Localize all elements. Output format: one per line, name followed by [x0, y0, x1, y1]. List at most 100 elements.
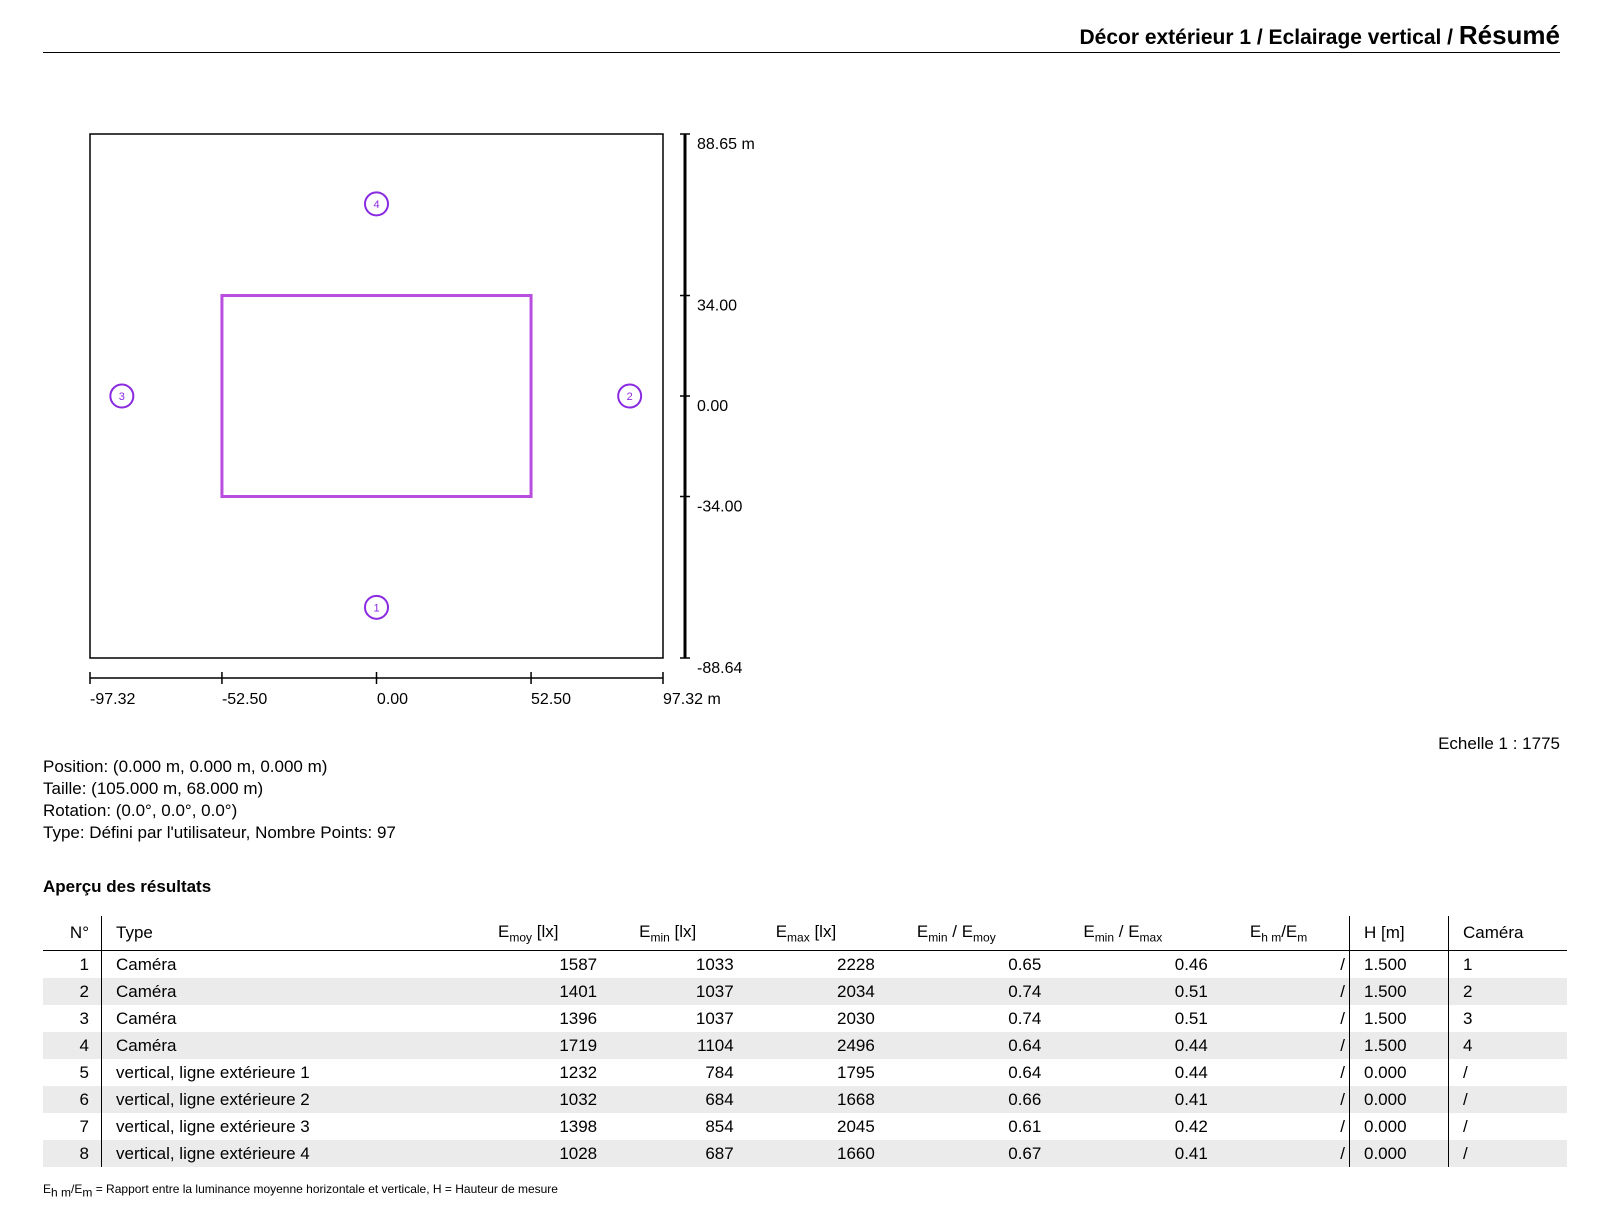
table-row: 1 Caméra 1587 1033 2228 0.65 0.46/1.500 1: [43, 950, 1567, 978]
camera-marker: 2: [617, 383, 643, 409]
row-no: 8: [43, 1140, 102, 1167]
row-height: 0.000: [1349, 1113, 1449, 1140]
results-title: Aperçu des résultats: [43, 877, 212, 896]
camera-label: 2: [627, 391, 633, 403]
info-block: Position: (0.000 m, 0.000 m, 0.000 m) Ta…: [43, 756, 396, 844]
row-type: Caméra: [101, 978, 460, 1005]
row-emoy: 1032: [460, 1086, 602, 1113]
col-emin: Emin [lx]: [601, 916, 738, 951]
page-breadcrumb: Décor extérieur 1 / Eclairage vertical /: [1079, 26, 1459, 49]
table-row: 8 vertical, ligne extérieure 4 1028 687 1660…: [43, 1140, 1567, 1167]
row-ehm-em: /: [1211, 1140, 1350, 1167]
info-size: Taille: (105.000 m, 68.000 m): [43, 779, 264, 798]
row-emax: 1795: [837, 1062, 875, 1082]
table-row: 6 vertical, ligne extérieure 2 1032 684 1668…: [43, 1086, 1567, 1113]
x-tick-label: -97.32: [90, 691, 135, 708]
col-camera: Caméra: [1448, 916, 1567, 951]
site-plan: 1 2 3 4 -97.32 -52.50 0.00 52.50 97.32 m 88.65 …: [89, 133, 755, 708]
row-emoy: 1028: [460, 1140, 602, 1167]
row-emax: 1660: [737, 1140, 879, 1167]
row-ehm-em: /: [1211, 1032, 1350, 1059]
y-tick-label: 0.00: [697, 398, 728, 415]
row-emax: 2496: [737, 1032, 879, 1059]
camera-marker: 1: [364, 594, 389, 620]
row-emin-emax: 0.44: [1045, 1032, 1212, 1059]
field-area: [220, 294, 533, 499]
row-emoy: 1719: [460, 1032, 602, 1059]
row-emoy: 1396: [559, 1008, 598, 1028]
row-ehm-em: /: [1340, 1116, 1345, 1136]
row-ehm-em: /: [1211, 978, 1350, 1005]
info-position: Position: (0.000 m, 0.000 m, 0.000 m): [43, 757, 328, 776]
info-rotation: Rotation: (0.0°, 0.0°, 0.0°): [43, 801, 238, 820]
row-emin-emoy: 0.65: [1008, 954, 1042, 974]
row-height: 0.000: [1349, 1140, 1449, 1167]
row-camera: 4: [1448, 1032, 1567, 1059]
row-emin-emax: 0.44: [1174, 1062, 1208, 1082]
camera-markers: 1 2 3 4: [109, 191, 643, 620]
row-type: vertical, ligne extérieure 2: [101, 1086, 460, 1113]
row-ehm-em: /: [1211, 1086, 1350, 1113]
row-emin-emoy: 0.64: [1008, 1062, 1042, 1082]
row-emin: 1033: [695, 954, 734, 974]
camera-marker: 3: [109, 383, 135, 409]
row-camera: /: [1448, 1086, 1567, 1113]
results-table: N° Type Emoy [lx] Emin [lx] Emax [lx] Em…: [43, 916, 1567, 1167]
row-emoy: 1401: [460, 978, 602, 1005]
row-emin-emax: 0.42: [1174, 1116, 1208, 1136]
row-emin-emoy: 0.66: [878, 1086, 1046, 1113]
x-axis: -97.32 -52.50 0.00 52.50 97.32 m: [89, 672, 721, 708]
row-emoy: 1232: [559, 1062, 598, 1082]
row-height: 0.000: [1349, 1086, 1449, 1113]
row-emin-emoy: 0.61: [1008, 1116, 1042, 1136]
row-camera: /: [1448, 1059, 1567, 1086]
y-tick-label: 34.00: [697, 298, 737, 315]
row-emin-emax: 0.51: [1174, 1008, 1208, 1028]
row-no: 6: [43, 1086, 102, 1113]
row-emin: 687: [601, 1140, 738, 1167]
y-tick-label: 88.65 m: [697, 136, 755, 153]
table-row: 7 vertical, ligne extérieure 3 1398 854 2045…: [43, 1113, 1567, 1140]
row-height: 1.500: [1349, 1005, 1449, 1032]
row-no: 5: [79, 1062, 89, 1082]
y-tick-label: -88.64: [697, 660, 742, 677]
row-emax: 2228: [837, 954, 875, 974]
table-row: 2 Caméra 1401 1037 2034 0.74 0.51/1.500 2: [43, 978, 1567, 1005]
row-emin-emax: 0.41: [1045, 1086, 1212, 1113]
x-tick-label: 0.00: [377, 691, 408, 708]
page-title: Décor extérieur 1 / Eclairage vertical /…: [1079, 20, 1560, 51]
x-tick-label: 52.50: [531, 691, 571, 708]
row-no: 2: [43, 978, 102, 1005]
col-emax: Emax [lx]: [737, 916, 879, 951]
row-emax: 2030: [837, 1008, 875, 1028]
camera-label: 1: [373, 602, 379, 614]
row-ehm-em: /: [1340, 1008, 1345, 1028]
row-camera: 2: [1448, 978, 1567, 1005]
row-height: 1.500: [1349, 950, 1449, 978]
row-emin-emax: 0.46: [1174, 954, 1208, 974]
col-height: H [m]: [1349, 916, 1449, 951]
row-emin: 1104: [601, 1032, 738, 1059]
footnote: Eh m/Em = Rapport entre la luminance moy…: [43, 1182, 558, 1200]
x-tick-label: -52.50: [222, 691, 267, 708]
y-axis: 88.65 m 34.00 0.00 -34.00 -88.64: [680, 133, 755, 677]
row-emax: 1668: [737, 1086, 879, 1113]
row-emoy: 1587: [559, 954, 598, 974]
col-no: N°: [43, 916, 102, 951]
row-emin-emoy: 0.74: [1008, 1008, 1042, 1028]
page-name: Résumé: [1458, 20, 1560, 50]
row-type: Caméra: [101, 950, 460, 978]
row-camera: 1: [1448, 950, 1567, 978]
row-no: 7: [79, 1116, 89, 1136]
row-height: 1.500: [1349, 978, 1449, 1005]
row-emin: 854: [705, 1116, 734, 1136]
col-emoy: Emoy [lx]: [460, 916, 602, 951]
row-type: vertical, ligne extérieure 3: [101, 1113, 460, 1140]
row-emax: 2034: [737, 978, 879, 1005]
row-type: vertical, ligne extérieure 1: [101, 1059, 460, 1086]
row-emoy: 1398: [559, 1116, 598, 1136]
row-type: Caméra: [101, 1005, 460, 1032]
row-type: Caméra: [101, 1032, 460, 1059]
camera-label: 4: [373, 199, 379, 211]
row-no: 1: [79, 954, 89, 974]
